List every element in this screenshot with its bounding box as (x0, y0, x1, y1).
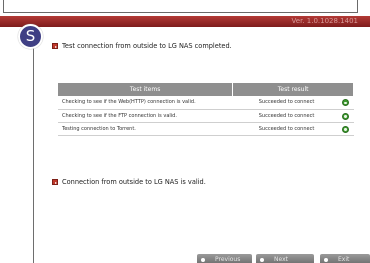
previous-button-label: Previous (215, 256, 241, 263)
column-header-test-items: Test items (58, 83, 234, 96)
completion-message-text: Test connection from outside to LG NAS c… (62, 42, 232, 50)
previous-button[interactable]: Previous (197, 254, 252, 263)
success-icon (341, 112, 349, 120)
completion-message: Test connection from outside to LG NAS c… (52, 42, 232, 50)
step-badge: S (18, 24, 43, 49)
arrow-bullet-icon (52, 179, 58, 185)
button-dot-icon (260, 257, 264, 262)
success-icon (341, 125, 349, 133)
header-bar: Ver. 1.0.1028.1401 (0, 16, 370, 27)
arrow-bullet-icon (52, 43, 58, 49)
test-item-cell: Checking to see if the Web(HTTP) connect… (58, 96, 233, 110)
test-result-cell: Succeeded to connect (232, 109, 354, 123)
content-panel (33, 27, 370, 263)
test-result-cell: Succeeded to connect (232, 122, 354, 136)
exit-button[interactable]: Exit (320, 254, 370, 263)
column-header-test-result: Test result (232, 83, 354, 96)
success-icon (341, 99, 349, 106)
test-result-text: Succeeded to connect (258, 99, 315, 106)
top-window-frame (3, 0, 358, 13)
next-button-label: Next (274, 256, 288, 263)
button-dot-icon (324, 257, 328, 262)
test-result-text: Succeeded to connect (258, 112, 315, 119)
exit-button-label: Exit (338, 256, 350, 263)
test-item-cell: Checking to see if the FTP connection is… (58, 109, 233, 123)
button-dot-icon (201, 257, 205, 262)
table-row: Checking to see if the Web(HTTP) connect… (58, 96, 354, 110)
table-row: Checking to see if the FTP connection is… (58, 109, 354, 123)
next-button[interactable]: Next (256, 254, 314, 263)
test-result-cell: Succeeded to connect (232, 96, 354, 110)
valid-message-text: Connection from outside to LG NAS is val… (62, 178, 206, 186)
test-item-cell: Testing connection to Torrent. (58, 122, 233, 136)
version-label: Ver. 1.0.1028.1401 (291, 17, 358, 25)
test-result-text: Succeeded to connect (258, 125, 315, 132)
test-results-table: Test items Test result Checking to see i… (58, 83, 354, 136)
table-header-row: Test items Test result (58, 83, 354, 96)
valid-message: Connection from outside to LG NAS is val… (52, 178, 206, 186)
table-row: Testing connection to Torrent. Succeeded… (58, 122, 354, 136)
